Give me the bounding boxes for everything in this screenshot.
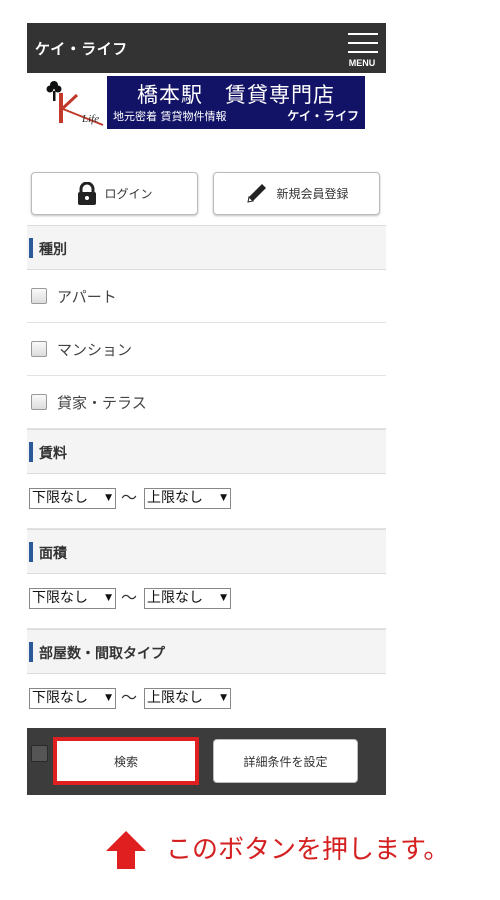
select-value: 下限なし xyxy=(32,690,88,706)
rent-range-row: 下限なし ▼ ～ 上限なし ▼ xyxy=(27,474,386,529)
section-type-title: 種別 xyxy=(39,242,67,258)
checkbox[interactable] xyxy=(31,341,47,357)
rooms-range-row: 下限なし ▼ ～ 上限なし ▼ xyxy=(27,674,386,729)
dropdown-arrow-icon: ▼ xyxy=(105,493,112,503)
dropdown-arrow-icon: ▼ xyxy=(220,693,227,703)
section-area-title: 面積 xyxy=(39,546,67,562)
top-bar: ケイ・ライフ MENU xyxy=(27,23,386,73)
section-rooms-header: 部屋数・間取タイプ xyxy=(27,629,386,674)
area-min-select[interactable]: 下限なし ▼ xyxy=(29,588,116,609)
section-rent-header: 賃料 xyxy=(27,429,386,474)
banner-brand: ケイ・ライフ xyxy=(287,109,359,123)
checkbox-house-terrace[interactable]: 貸家・テラス xyxy=(27,376,386,429)
area-max-select[interactable]: 上限なし ▼ xyxy=(144,588,231,609)
banner-subtitle: 地元密着 賃貸物件情報 xyxy=(113,110,227,123)
area-range-row: 下限なし ▼ ～ 上限なし ▼ xyxy=(27,574,386,629)
checkbox-label: アパート xyxy=(57,287,117,306)
site-brand[interactable]: ケイ・ライフ xyxy=(35,38,128,59)
register-label: 新規会員登録 xyxy=(276,187,349,201)
logo-text: Life xyxy=(82,113,100,125)
company-logo[interactable]: Life xyxy=(45,79,105,127)
pencil-icon xyxy=(247,183,267,203)
dropdown-arrow-icon: ▼ xyxy=(105,693,112,703)
checkbox-apartment[interactable]: アパート xyxy=(27,270,386,323)
section-marker xyxy=(29,238,33,258)
menu-button[interactable]: MENU xyxy=(346,27,380,71)
select-value: 上限なし xyxy=(147,490,203,506)
register-button[interactable]: 新規会員登録 xyxy=(213,172,380,215)
rooms-min-select[interactable]: 下限なし ▼ xyxy=(29,688,116,709)
section-marker xyxy=(29,542,33,562)
checkbox-label: 貸家・テラス xyxy=(57,393,147,412)
section-rooms-title: 部屋数・間取タイプ xyxy=(39,646,165,662)
section-marker xyxy=(29,642,33,662)
banner-row: Life 橋本駅 賃貸専門店 地元密着 賃貸物件情報 ケイ・ライフ xyxy=(27,73,386,129)
banner-title: 橋本駅 賃貸専門店 xyxy=(137,83,335,107)
lock-icon xyxy=(78,181,97,205)
section-rent-title: 賃料 xyxy=(39,446,67,462)
hamburger-icon-bar xyxy=(348,42,378,44)
rent-min-select[interactable]: 下限なし ▼ xyxy=(29,488,116,509)
instruction-text: このボタンを押します。 xyxy=(166,835,450,865)
range-separator: ～ xyxy=(121,588,138,607)
dropdown-arrow-icon: ▼ xyxy=(220,593,227,603)
select-value: 上限なし xyxy=(147,690,203,706)
section-type-header: 種別 xyxy=(27,225,386,270)
hamburger-icon-bar xyxy=(348,51,378,53)
select-value: 上限なし xyxy=(147,590,203,606)
store-banner[interactable]: 橋本駅 賃貸専門店 地元密着 賃貸物件情報 ケイ・ライフ xyxy=(107,76,365,129)
detail-conditions-button[interactable]: 詳細条件を設定 xyxy=(213,739,358,783)
checkbox-label: マンション xyxy=(57,340,133,359)
section-marker xyxy=(29,442,33,462)
mobile-page: ケイ・ライフ MENU Life 橋本駅 賃貸専門店 地元密着 賃貸物件情報 ケ xyxy=(27,23,386,795)
instruction-annotation: このボタンを押します。 xyxy=(104,825,494,871)
select-value: 下限なし xyxy=(32,590,88,606)
login-label: ログイン xyxy=(104,187,153,201)
hamburger-icon xyxy=(348,33,378,35)
dropdown-arrow-icon: ▼ xyxy=(105,593,112,603)
checkbox[interactable] xyxy=(31,288,47,304)
action-bar-checkbox[interactable] xyxy=(31,745,48,762)
dropdown-arrow-icon: ▼ xyxy=(220,493,227,503)
checkbox-mansion[interactable]: マンション xyxy=(27,323,386,376)
menu-label: MENU xyxy=(348,58,376,68)
range-separator: ～ xyxy=(121,688,138,707)
section-area-header: 面積 xyxy=(27,529,386,574)
range-separator: ～ xyxy=(121,488,138,507)
auth-buttons: ログイン 新規会員登録 xyxy=(27,172,386,216)
search-button[interactable]: 検索 xyxy=(53,737,199,785)
rooms-max-select[interactable]: 上限なし ▼ xyxy=(144,688,231,709)
action-bar: 検索 詳細条件を設定 xyxy=(27,728,386,795)
checkbox[interactable] xyxy=(31,394,47,410)
login-button[interactable]: ログイン xyxy=(31,172,198,215)
rent-max-select[interactable]: 上限なし ▼ xyxy=(144,488,231,509)
select-value: 下限なし xyxy=(32,490,88,506)
arrow-up-icon xyxy=(106,831,146,869)
